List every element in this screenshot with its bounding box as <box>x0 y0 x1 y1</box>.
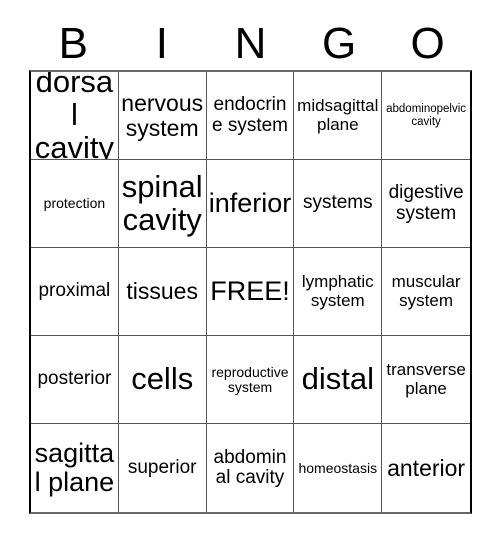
bingo-cell-r4-c4[interactable]: distal <box>294 336 383 424</box>
bingo-header-letter-b: B <box>58 19 88 68</box>
bingo-cell-r1-c2[interactable]: nervous system <box>118 72 207 160</box>
bingo-cell-r2-c3[interactable]: inferior <box>206 160 295 248</box>
bingo-cell-r5-c4[interactable]: homeostasis <box>294 424 383 512</box>
bingo-cell-r4-c3[interactable]: reproductive system <box>206 336 295 424</box>
bingo-cell-r3-c4[interactable]: lymphatic system <box>294 248 383 336</box>
bingo-cell-r5-c5[interactable]: anterior <box>382 424 470 512</box>
bingo-cell-r4-c1[interactable]: posterior <box>31 336 119 424</box>
bingo-cell-r5-c2[interactable]: superior <box>119 424 207 512</box>
bingo-cell-r1-c1[interactable]: dorsal cavity <box>31 72 119 160</box>
bingo-cell-r4-c2[interactable]: cells <box>118 336 207 424</box>
bingo-cell-r2-c4[interactable]: systems <box>294 160 383 248</box>
bingo-grid: dorsal cavity nervous system endocrine sys… <box>29 70 472 514</box>
bingo-header-letter-o: O <box>410 19 445 68</box>
bingo-cell-r3-c5[interactable]: muscular system <box>382 248 470 336</box>
bingo-card: B I N G O dorsal cavity nervous system endocri… <box>0 0 500 544</box>
bingo-cell-r4-c5[interactable]: transverse plane <box>382 336 470 424</box>
bingo-cell-r1-c3[interactable]: endocrine system <box>206 72 295 160</box>
bingo-cell-r2-c1[interactable]: protection <box>31 160 119 248</box>
bingo-header-letter-i: I <box>155 19 168 68</box>
bingo-cell-r2-c2[interactable]: spinal cavity <box>118 160 207 248</box>
bingo-cell-r5-c1[interactable]: sagittal plane <box>31 424 119 512</box>
bingo-header: BINGO <box>29 18 472 70</box>
bingo-cell-r2-c5[interactable]: digestive system <box>382 160 470 248</box>
bingo-cell-r3-c1[interactable]: proximal <box>31 248 119 336</box>
bingo-header-letter-n: N <box>234 19 267 68</box>
bingo-cell-r3-c3[interactable]: FREE! <box>206 248 295 336</box>
bingo-cell-r5-c3[interactable]: abdominal cavity <box>207 424 295 512</box>
bingo-header-letter-g: G <box>321 19 357 68</box>
bingo-cell-r1-c4[interactable]: midsagittal plane <box>294 72 383 160</box>
bingo-cell-r3-c2[interactable]: tissues <box>118 248 207 336</box>
bingo-cell-r1-c5[interactable]: abdominopelvic cavity <box>382 72 470 160</box>
